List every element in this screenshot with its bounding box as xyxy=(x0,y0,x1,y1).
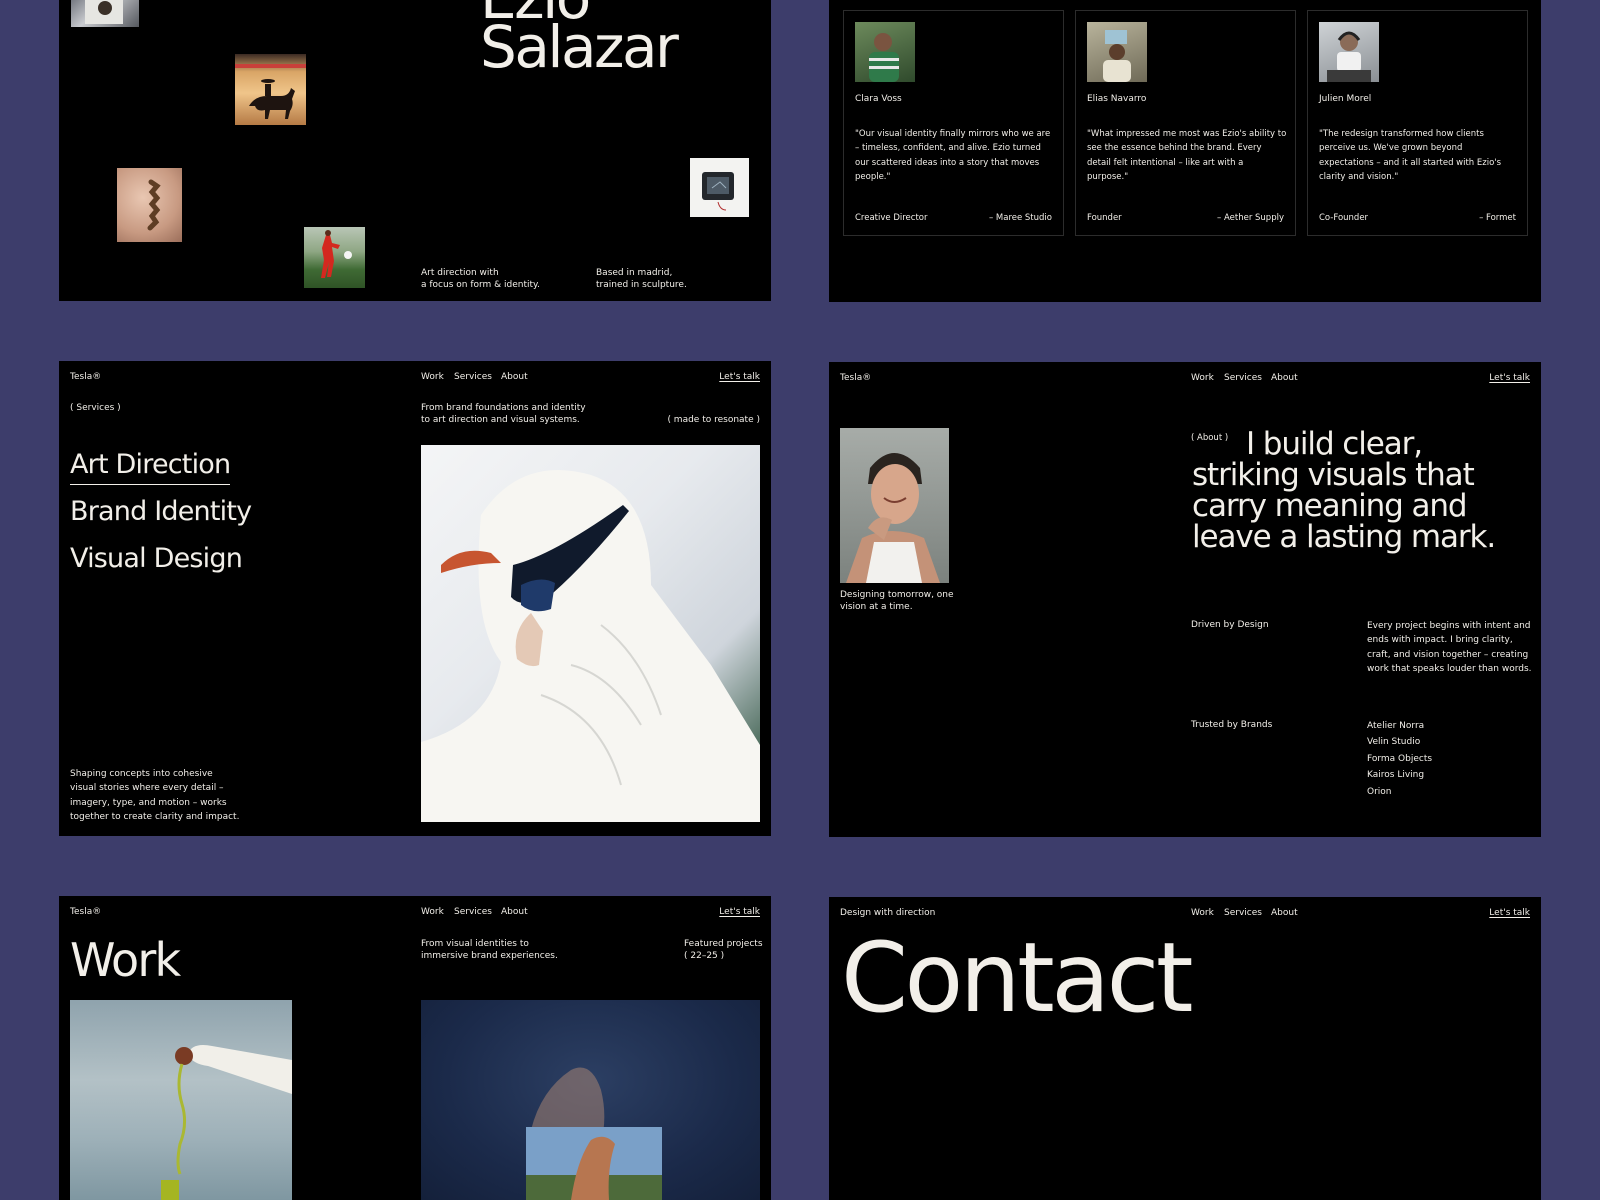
lets-talk-link[interactable]: Let's talk xyxy=(1489,908,1530,918)
lets-talk-link[interactable]: Let's talk xyxy=(719,907,760,917)
about-heading-text: I build clear, striking visuals that car… xyxy=(1192,426,1496,555)
services-tag: ( made to resonate ) xyxy=(667,415,760,425)
testimonial-quote: "What impressed me most was Ezio's abili… xyxy=(1087,129,1287,182)
work-intro: From visual identities to immersive bran… xyxy=(421,938,558,962)
services-intro-line-1: From brand foundations and identity xyxy=(421,403,586,413)
hero-location: Based in madrid, trained in sculpture. xyxy=(596,267,687,291)
services-panel: Tesla® Work Services About Let's talk ( … xyxy=(59,361,771,836)
hero-tagline-line-2: a focus on form & identity. xyxy=(421,280,540,290)
testimonial-company: – Maree Studio xyxy=(988,213,1052,223)
brand-item: Orion xyxy=(1367,786,1392,797)
brand-item: Forma Objects xyxy=(1367,753,1433,764)
brand-logo[interactable]: Tesla® xyxy=(70,907,101,917)
hero-location-line-2: trained in sculpture. xyxy=(596,280,687,290)
services-intro: From brand foundations and identity to a… xyxy=(421,402,586,426)
portrait-caption: Designing tomorrow, one vision at a time… xyxy=(840,589,954,613)
services-description: Shaping concepts into cohesive visual st… xyxy=(70,769,240,822)
testimonial-card: Julien Morel "The redesign transformed h… xyxy=(1307,10,1528,236)
brand-logo[interactable]: Tesla® xyxy=(840,373,871,383)
testimonial-role: Founder xyxy=(1087,213,1122,223)
lets-talk-link[interactable]: Let's talk xyxy=(1489,373,1530,383)
nav-services[interactable]: Services xyxy=(1224,373,1262,383)
hero-tagline-line-1: Art direction with xyxy=(421,268,499,278)
nav-services[interactable]: Services xyxy=(454,372,492,382)
featured-projects-range: ( 22–25 ) xyxy=(684,951,725,961)
testimonial-name: Elias Navarro xyxy=(1087,94,1147,104)
work-intro-line-1: From visual identities to xyxy=(421,939,529,949)
service-art-direction[interactable]: Art Direction xyxy=(70,449,231,485)
contact-title: Contact xyxy=(841,922,1194,1034)
brand-tagline[interactable]: Design with direction xyxy=(840,908,935,918)
about-heading: I build clear, striking visuals that car… xyxy=(1192,429,1537,553)
avatar xyxy=(1087,22,1147,82)
nav-about[interactable]: About xyxy=(501,907,528,917)
testimonial-card: Elias Navarro "What impressed me most wa… xyxy=(1075,10,1296,236)
avatar xyxy=(1319,22,1379,82)
nav-about[interactable]: About xyxy=(1271,373,1298,383)
photo-horse-rider xyxy=(235,54,306,125)
project-image-phone-arm[interactable] xyxy=(70,1000,292,1200)
featured-projects-label: Featured projects xyxy=(684,939,763,949)
photo-portrait xyxy=(840,428,949,583)
photo-red-runner xyxy=(304,227,365,288)
nav-services[interactable]: Services xyxy=(454,907,492,917)
brands-list: Atelier Norra Velin Studio Forma Objects… xyxy=(1367,718,1432,800)
work-intro-line-2: immersive brand experiences. xyxy=(421,951,558,961)
contact-panel: Design with direction Work Services Abou… xyxy=(829,897,1541,1200)
testimonial-card: Clara Voss "Our visual identity finally … xyxy=(843,10,1064,236)
hero-panel: Ezio Salazar Art direction with a focus … xyxy=(59,0,771,301)
work-panel: Tesla® Work Services About Let's talk Wo… xyxy=(59,896,771,1200)
work-title: Work xyxy=(70,933,181,987)
brand-item: Kairos Living xyxy=(1367,770,1425,781)
nav-work[interactable]: Work xyxy=(1191,373,1214,383)
photo-crt-monitor xyxy=(690,158,749,217)
photo-reader xyxy=(71,0,139,27)
service-visual-design[interactable]: Visual Design xyxy=(70,543,243,575)
testimonial-quote: "The redesign transformed how clients pe… xyxy=(1319,129,1502,182)
nav-work[interactable]: Work xyxy=(421,372,444,382)
testimonial-company: – Aether Supply xyxy=(1217,213,1284,223)
brands-label: Trusted by Brands xyxy=(1191,720,1273,730)
testimonials-panel: Clara Voss "Our visual identity finally … xyxy=(829,0,1541,302)
services-intro-line-2: to art direction and visual systems. xyxy=(421,415,580,425)
photo-puffer-jacket xyxy=(421,445,760,822)
driven-label: Driven by Design xyxy=(1191,620,1269,630)
brand-item: Velin Studio xyxy=(1367,737,1421,748)
services-label: ( Services ) xyxy=(70,403,121,413)
nav-about[interactable]: About xyxy=(501,372,528,382)
brand-item: Atelier Norra xyxy=(1367,721,1425,731)
hero-name-last: Salazar xyxy=(480,13,679,81)
nav-about[interactable]: About xyxy=(1271,908,1298,918)
about-panel: Tesla® Work Services About Let's talk De… xyxy=(829,362,1541,837)
driven-text: Every project begins with intent and end… xyxy=(1367,621,1532,674)
brand-logo[interactable]: Tesla® xyxy=(70,372,101,382)
testimonial-company: – Formet xyxy=(1479,213,1516,223)
avatar xyxy=(855,22,915,82)
project-image-runner[interactable] xyxy=(421,1000,760,1200)
portrait-caption-line-1: Designing tomorrow, one xyxy=(840,590,954,600)
photo-back-sculpture xyxy=(117,168,182,242)
lets-talk-link[interactable]: Let's talk xyxy=(719,372,760,382)
portrait-caption-line-2: vision at a time. xyxy=(840,602,913,612)
testimonial-role: Co-Founder xyxy=(1319,213,1369,223)
hero-tagline: Art direction with a focus on form & ide… xyxy=(421,267,540,291)
nav-work[interactable]: Work xyxy=(1191,908,1214,918)
nav-work[interactable]: Work xyxy=(421,907,444,917)
testimonial-role: Creative Director xyxy=(855,213,928,223)
testimonial-name: Clara Voss xyxy=(855,94,902,104)
testimonial-name: Julien Morel xyxy=(1319,94,1372,104)
testimonial-quote: "Our visual identity finally mirrors who… xyxy=(855,129,1051,182)
featured-projects: Featured projects ( 22–25 ) xyxy=(684,938,763,962)
nav-services[interactable]: Services xyxy=(1224,908,1262,918)
hero-location-line-1: Based in madrid, xyxy=(596,268,673,278)
service-brand-identity[interactable]: Brand Identity xyxy=(70,496,252,528)
